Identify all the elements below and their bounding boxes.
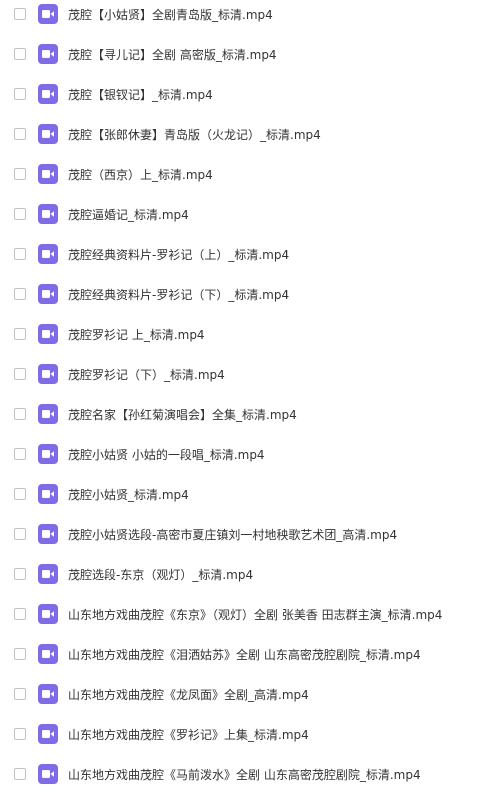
row-checkbox[interactable] — [14, 128, 26, 140]
file-row[interactable]: 茂腔名家【孙红菊演唱会】全集_标清.mp4 — [0, 394, 490, 434]
file-list: 茂腔【小姑贤】全剧青岛版_标清.mp4 茂腔【寻儿记】全剧 高密版_标清.mp4 茂… — [0, 0, 490, 801]
file-row[interactable]: 茂腔经典资料片-罗衫记（上）_标清.mp4 — [0, 234, 490, 274]
video-file-icon — [38, 484, 58, 504]
file-name[interactable]: 山东地方戏曲茂腔《泪洒姑苏》全剧 山东高密茂腔剧院_标清.mp4 — [68, 646, 421, 663]
row-checkbox[interactable] — [14, 688, 26, 700]
row-checkbox[interactable] — [14, 568, 26, 580]
file-row[interactable]: 茂腔【张郎休妻】青岛版（火龙记）_标清.mp4 — [0, 114, 490, 154]
row-checkbox[interactable] — [14, 408, 26, 420]
video-file-icon — [38, 724, 58, 744]
row-checkbox[interactable] — [14, 88, 26, 100]
video-file-icon — [38, 404, 58, 424]
video-file-icon — [38, 644, 58, 664]
file-name[interactable]: 茂腔【银钗记】_标清.mp4 — [68, 86, 213, 103]
file-row[interactable]: 茂腔【小姑贤】全剧青岛版_标清.mp4 — [0, 0, 490, 34]
file-name[interactable]: 茂腔名家【孙红菊演唱会】全集_标清.mp4 — [68, 406, 297, 423]
file-row[interactable]: 山东地方戏曲茂腔《东京》（观灯）全剧 张美香 田志群主演_标清.mp4 — [0, 594, 490, 634]
file-name[interactable]: 山东地方戏曲茂腔《龙凤面》全剧_高清.mp4 — [68, 686, 309, 703]
video-file-icon — [38, 164, 58, 184]
file-name[interactable]: 茂腔罗衫记 上_标清.mp4 — [68, 326, 205, 343]
video-file-icon — [38, 204, 58, 224]
row-checkbox[interactable] — [14, 288, 26, 300]
row-checkbox[interactable] — [14, 48, 26, 60]
file-row[interactable]: 山东地方戏曲茂腔《泪洒姑苏》全剧 山东高密茂腔剧院_标清.mp4 — [0, 634, 490, 674]
file-row[interactable]: 山东地方戏曲茂腔《罗衫记》上集_标清.mp4 — [0, 714, 490, 754]
file-row[interactable]: 茂腔逼婚记_标清.mp4 — [0, 194, 490, 234]
video-file-icon — [38, 684, 58, 704]
row-checkbox[interactable] — [14, 448, 26, 460]
row-checkbox[interactable] — [14, 528, 26, 540]
file-row[interactable]: 茂腔小姑贤选段-高密市夏庄镇刘一村地秧歌艺术团_高清.mp4 — [0, 514, 490, 554]
row-checkbox[interactable] — [14, 608, 26, 620]
video-file-icon — [38, 244, 58, 264]
row-checkbox[interactable] — [14, 648, 26, 660]
video-file-icon — [38, 444, 58, 464]
file-name[interactable]: 茂腔经典资料片-罗衫记（下）_标清.mp4 — [68, 286, 289, 303]
file-row[interactable]: 茂腔（西京）上_标清.mp4 — [0, 154, 490, 194]
file-name[interactable]: 山东地方戏曲茂腔《马前泼水》全剧 山东高密茂腔剧院_标清.mp4 — [68, 766, 421, 783]
file-row[interactable]: 茂腔选段-东京（观灯）_标清.mp4 — [0, 554, 490, 594]
file-name[interactable]: 山东地方戏曲茂腔《东京》（观灯）全剧 张美香 田志群主演_标清.mp4 — [68, 606, 442, 623]
video-file-icon — [38, 604, 58, 624]
row-checkbox[interactable] — [14, 328, 26, 340]
file-name[interactable]: 茂腔【寻儿记】全剧 高密版_标清.mp4 — [68, 46, 277, 63]
video-file-icon — [38, 364, 58, 384]
video-file-icon — [38, 84, 58, 104]
file-row[interactable]: 茂腔经典资料片-罗衫记（下）_标清.mp4 — [0, 274, 490, 314]
row-checkbox[interactable] — [14, 168, 26, 180]
video-file-icon — [38, 4, 58, 24]
file-name[interactable]: 山东地方戏曲茂腔《罗衫记》上集_标清.mp4 — [68, 726, 309, 743]
row-checkbox[interactable] — [14, 488, 26, 500]
file-name[interactable]: 茂腔选段-东京（观灯）_标清.mp4 — [68, 566, 253, 583]
file-row[interactable]: 山东地方戏曲茂腔《马前泼水》全剧 山东高密茂腔剧院_标清.mp4 — [0, 754, 490, 794]
row-checkbox[interactable] — [14, 208, 26, 220]
file-name[interactable]: 茂腔罗衫记（下）_标清.mp4 — [68, 366, 225, 383]
row-checkbox[interactable] — [14, 728, 26, 740]
file-row[interactable]: 茂腔【寻儿记】全剧 高密版_标清.mp4 — [0, 34, 490, 74]
video-file-icon — [38, 124, 58, 144]
row-checkbox[interactable] — [14, 768, 26, 780]
file-name[interactable]: 茂腔小姑贤选段-高密市夏庄镇刘一村地秧歌艺术团_高清.mp4 — [68, 526, 397, 543]
row-checkbox[interactable] — [14, 8, 26, 20]
video-file-icon — [38, 44, 58, 64]
file-name[interactable]: 茂腔小姑贤 小姑的一段唱_标清.mp4 — [68, 446, 265, 463]
video-file-icon — [38, 324, 58, 344]
video-file-icon — [38, 284, 58, 304]
file-name[interactable]: 茂腔逼婚记_标清.mp4 — [68, 206, 189, 223]
row-checkbox[interactable] — [14, 368, 26, 380]
row-checkbox[interactable] — [14, 248, 26, 260]
file-name[interactable]: 茂腔经典资料片-罗衫记（上）_标清.mp4 — [68, 246, 289, 263]
video-file-icon — [38, 524, 58, 544]
video-file-icon — [38, 764, 58, 784]
file-name[interactable]: 茂腔【张郎休妻】青岛版（火龙记）_标清.mp4 — [68, 126, 321, 143]
file-name[interactable]: 茂腔（西京）上_标清.mp4 — [68, 166, 213, 183]
file-name[interactable]: 茂腔小姑贤_标清.mp4 — [68, 486, 189, 503]
file-row[interactable]: 茂腔罗衫记（下）_标清.mp4 — [0, 354, 490, 394]
file-row[interactable]: 山东地方戏曲茂腔《龙凤面》全剧_高清.mp4 — [0, 674, 490, 714]
video-file-icon — [38, 564, 58, 584]
file-name[interactable]: 茂腔【小姑贤】全剧青岛版_标清.mp4 — [68, 6, 273, 23]
file-row[interactable]: 茂腔小姑贤 小姑的一段唱_标清.mp4 — [0, 434, 490, 474]
file-row[interactable]: 茂腔小姑贤_标清.mp4 — [0, 474, 490, 514]
file-row[interactable]: 茂腔【银钗记】_标清.mp4 — [0, 74, 490, 114]
file-row[interactable]: 茂腔罗衫记 上_标清.mp4 — [0, 314, 490, 354]
